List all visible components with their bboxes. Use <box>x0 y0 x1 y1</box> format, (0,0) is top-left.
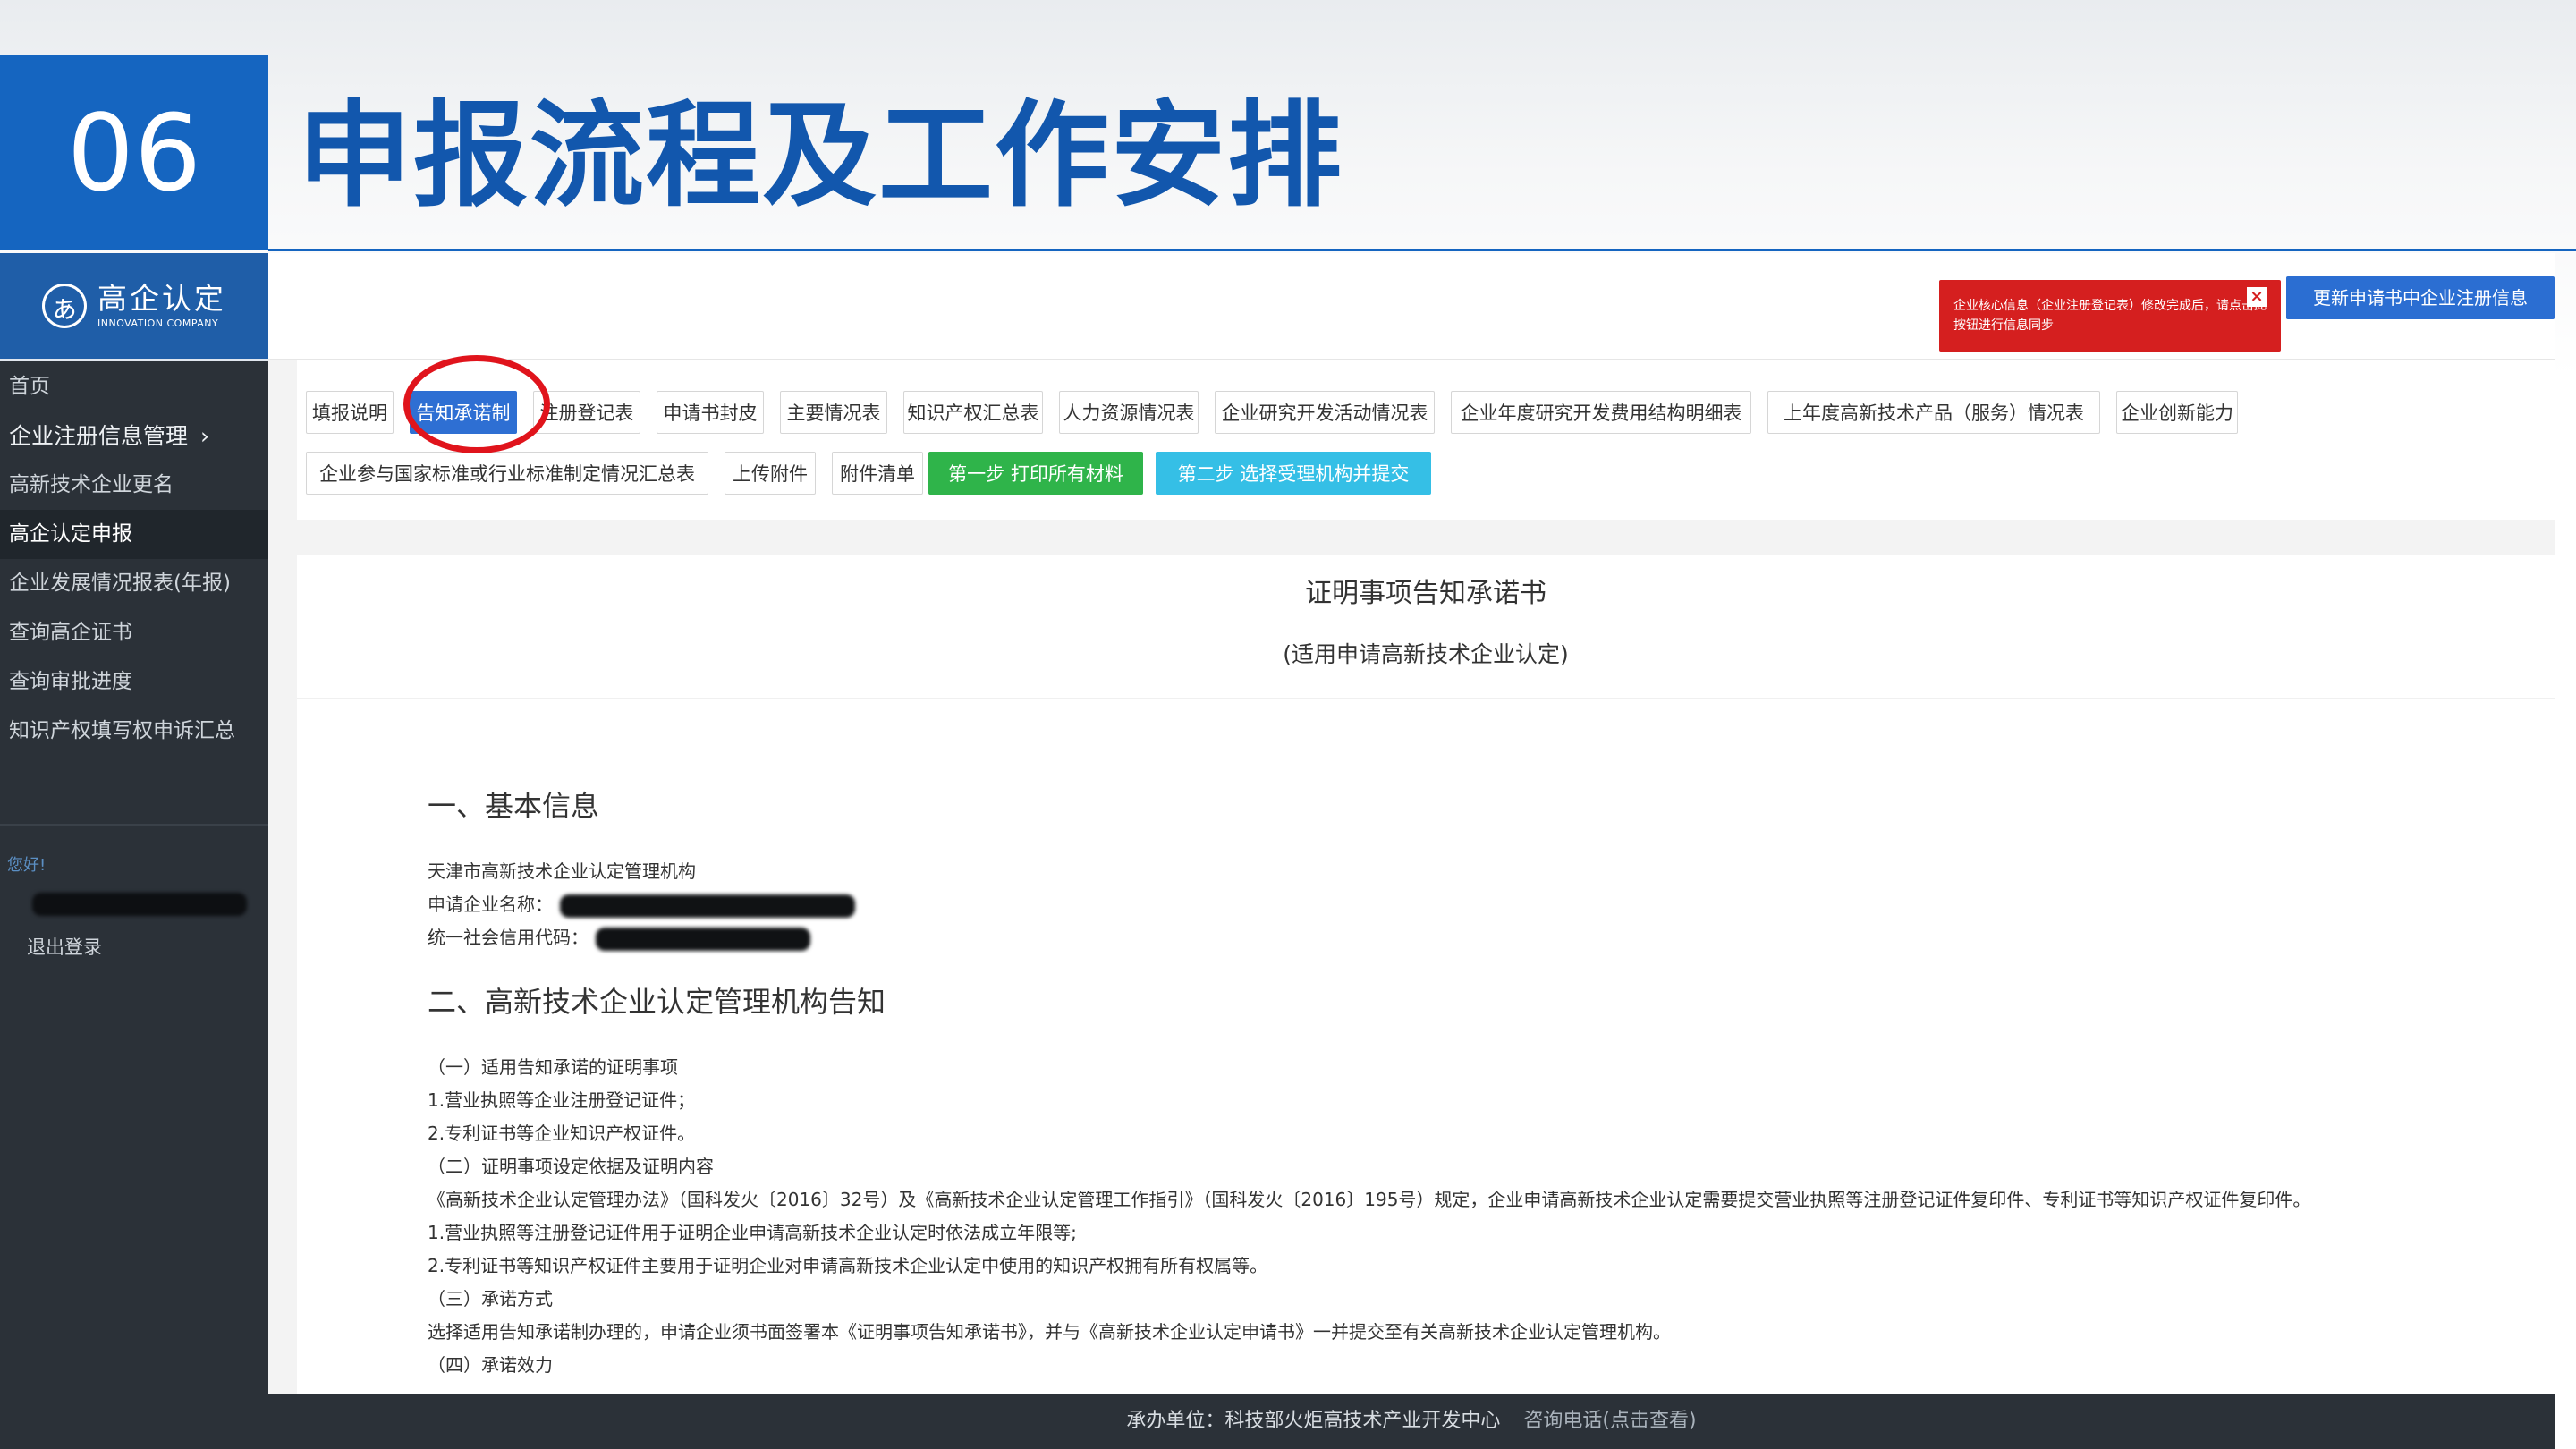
tab-hr[interactable]: 人力资源情况表 <box>1059 391 1199 434</box>
tab-hitech-products[interactable]: 上年度高新技术产品（服务）情况表 <box>1767 391 2100 434</box>
logo-tagline: INNOVATION COMPANY <box>97 318 219 329</box>
footer: 承办单位：科技部火炬高技术产业开发中心 咨询电话(点击查看) <box>268 1394 2555 1449</box>
doc-line: 2.专利证书等企业知识产权证件。 <box>428 1123 696 1144</box>
document-body: 一、基本信息 天津市高新技术企业认定管理机构 申请企业名称： 统一社会信用代码：… <box>428 784 2521 1382</box>
credit-code-row: 统一社会信用代码： <box>428 921 2521 954</box>
sidebar-item-home[interactable]: 首页 <box>0 362 268 411</box>
notice-text: 企业核心信息（企业注册登记表）修改完成后，请点击此按钮进行信息同步 <box>1953 299 2267 333</box>
sync-notice[interactable]: 企业核心信息（企业注册登记表）修改完成后，请点击此按钮进行信息同步 × <box>1939 280 2281 352</box>
step2-submit-button[interactable]: 第二步 选择受理机构并提交 <box>1156 452 1431 495</box>
doc-line: （二）证明事项设定依据及证明内容 <box>428 1156 714 1177</box>
redacted-username <box>32 893 247 916</box>
tab-main-info[interactable]: 主要情况表 <box>780 391 887 434</box>
tab-rd-expense[interactable]: 企业年度研究开发费用结构明细表 <box>1451 391 1751 434</box>
logo-name: 高企认定 <box>97 281 226 316</box>
redacted-company-name <box>560 894 855 918</box>
doc-line: 2.专利证书等知识产权证件主要用于证明企业对申请高新技术企业认定中使用的知识产权… <box>428 1255 1268 1276</box>
doc-line: （三）承诺方式 <box>428 1288 553 1309</box>
doc-line: 《高新技术企业认定管理办法》（国科发火〔2016〕32号）及《高新技术企业认定管… <box>428 1189 2311 1210</box>
sidebar-item-progress[interactable]: 查询审批进度 <box>0 657 268 707</box>
sidebar-nav: 首页 企业注册信息管理 › 高新技术企业更名 高企认定申报 企业发展情况报表(年报… <box>0 362 268 756</box>
document-panel: 证明事项告知承诺书 (适用申请高新技术企业认定) 一、基本信息 天津市高新技术企… <box>297 555 2555 1394</box>
tab-innovation[interactable]: 企业创新能力 <box>2116 391 2238 434</box>
logo-icon: ぁ <box>42 284 87 328</box>
tab-standards[interactable]: 企业参与国家标准或行业标准制定情况汇总表 <box>306 452 708 495</box>
tab-cover[interactable]: 申请书封皮 <box>657 391 764 434</box>
section-heading: 一、基本信息 <box>428 789 600 823</box>
redacted-credit-code <box>596 927 810 951</box>
form-tabs: 填报说明 告知承诺制 注册登记表 申请书封皮 主要情况表 知识产权汇总表 人力资… <box>297 360 2555 520</box>
document-title: 证明事项告知承诺书 <box>1305 578 1546 609</box>
tab-attachments[interactable]: 附件清单 <box>832 452 923 495</box>
doc-line: 1.营业执照等企业注册登记证件； <box>428 1089 696 1111</box>
footer-phone-link[interactable]: 咨询电话(点击查看) <box>1523 1410 1696 1432</box>
tab-ip-summary[interactable]: 知识产权汇总表 <box>903 391 1043 434</box>
doc-line: 1.营业执照等注册登记证件用于证明企业申请高新技术企业认定时依法成立年限等; <box>428 1222 1077 1243</box>
doc-line: 选择适用告知承诺制办理的，申请企业须书面签署本《证明事项告知承诺书》，并与《高新… <box>428 1321 1671 1343</box>
sidebar-item-ip-appeal[interactable]: 知识产权填写权申诉汇总 <box>0 707 268 756</box>
close-icon[interactable]: × <box>2247 287 2267 307</box>
section-number: 06 <box>0 55 268 250</box>
tab-upload[interactable]: 上传附件 <box>724 452 816 495</box>
step1-print-button[interactable]: 第一步 打印所有材料 <box>928 452 1143 495</box>
sidebar-item-registration[interactable]: 企业注册信息管理 › <box>0 411 268 461</box>
footer-org: 承办单位：科技部火炬高技术产业开发中心 <box>1126 1410 1501 1432</box>
sidebar-item-certificate[interactable]: 查询高企证书 <box>0 608 268 657</box>
top-bar: 企业核心信息（企业注册登记表）修改完成后，请点击此按钮进行信息同步 × 更新申请… <box>268 253 2555 360</box>
update-registration-button[interactable]: 更新申请书中企业注册信息 <box>2286 276 2555 319</box>
sidebar-item-annual-report[interactable]: 企业发展情况报表(年报) <box>0 559 268 608</box>
document-header: 证明事项告知承诺书 (适用申请高新技术企业认定) <box>297 555 2555 699</box>
sidebar-item-application[interactable]: 高企认定申报 <box>0 510 268 559</box>
section-heading: 二、高新技术企业认定管理机构告知 <box>428 985 886 1019</box>
slide-title: 申报流程及工作安排 <box>297 89 1344 223</box>
sidebar-item-rename[interactable]: 高新技术企业更名 <box>0 461 268 510</box>
sidebar: ぁ 高企认定 INNOVATION COMPANY 首页 企业注册信息管理 › 高… <box>0 253 268 1449</box>
tab-instructions[interactable]: 填报说明 <box>306 391 394 434</box>
highlight-circle <box>403 355 550 453</box>
logout-link[interactable]: 退出登录 <box>27 933 102 960</box>
app-logo[interactable]: ぁ 高企认定 INNOVATION COMPANY <box>0 253 268 361</box>
doc-line: （一）适用告知承诺的证明事项 <box>428 1056 678 1078</box>
app-screenshot: ぁ 高企认定 INNOVATION COMPANY 首页 企业注册信息管理 › 高… <box>0 253 2555 1449</box>
sidebar-divider <box>0 824 268 826</box>
doc-line: （四）承诺效力 <box>428 1354 553 1376</box>
title-divider <box>268 249 2576 251</box>
org-name: 天津市高新技术企业认定管理机构 <box>428 860 696 882</box>
document-subtitle: (适用申请高新技术企业认定) <box>1283 641 1569 667</box>
company-name-row: 申请企业名称： <box>428 888 2521 921</box>
chevron-right-icon: › <box>200 423 210 449</box>
tab-rd-activities[interactable]: 企业研究开发活动情况表 <box>1215 391 1435 434</box>
greeting: 您好! <box>7 856 47 875</box>
